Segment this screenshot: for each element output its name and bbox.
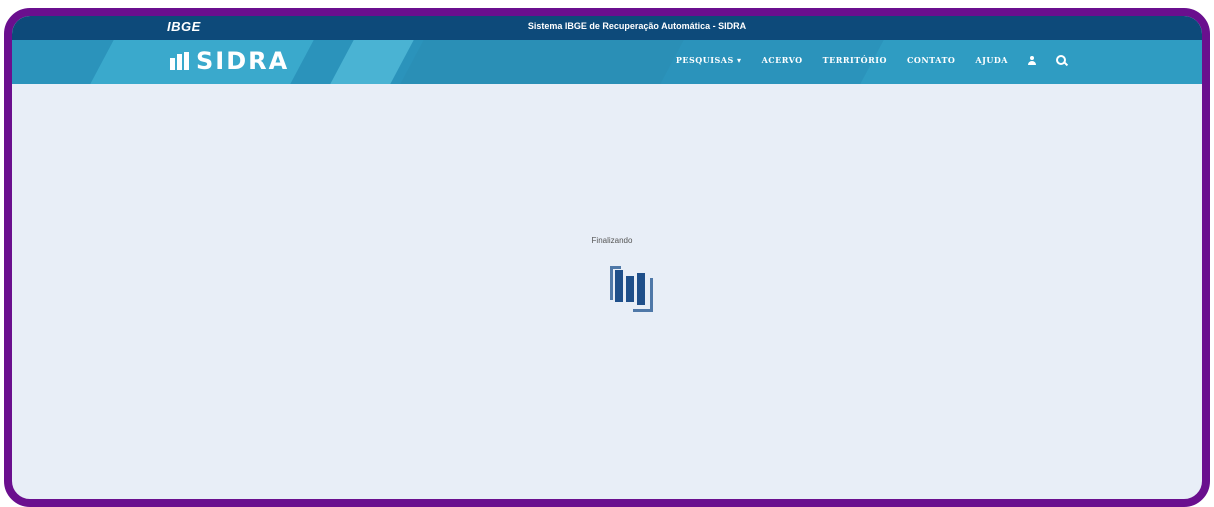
nav-item-acervo[interactable]: ACERVO [762,55,803,65]
caret-down-icon: ▾ [737,55,742,65]
nav-decor-band [330,40,414,84]
search-icon[interactable] [1056,55,1066,65]
nav-item-ajuda[interactable]: AJUDA [975,55,1008,65]
nav-item-contato[interactable]: CONTATO [907,55,955,65]
nav-item-label: PESQUISAS [675,55,734,65]
sidra-logo-text: SIDRA [196,47,290,75]
system-title: Sistema IBGE de Recuperação Automática -… [527,21,747,31]
user-icon[interactable] [1028,55,1036,65]
sidra-logo[interactable]: SIDRA [170,47,289,75]
ibge-top-strip: IBGE Sistema IBGE de Recuperação Automát… [12,16,1202,40]
nav-item-pesquisas[interactable]: PESQUISAS ▾ [676,55,742,65]
sidra-logo-icon [170,52,192,70]
loading-status-text: Finalizando [591,236,633,245]
nav-menu: PESQUISAS ▾ ACERVO TERRITÓRIO CONTATO AJ… [676,55,1066,65]
main-content: Finalizando [12,84,1202,499]
main-navbar: SIDRA PESQUISAS ▾ ACERVO TERRITÓRIO CONT… [12,40,1202,84]
browser-frame: IBGE Sistema IBGE de Recuperação Automát… [0,0,1214,507]
sidra-bars-icon [610,266,653,312]
page-viewport: IBGE Sistema IBGE de Recuperação Automát… [4,8,1210,507]
nav-item-territorio[interactable]: TERRITÓRIO [823,55,887,65]
nav-decor-band [400,40,684,84]
